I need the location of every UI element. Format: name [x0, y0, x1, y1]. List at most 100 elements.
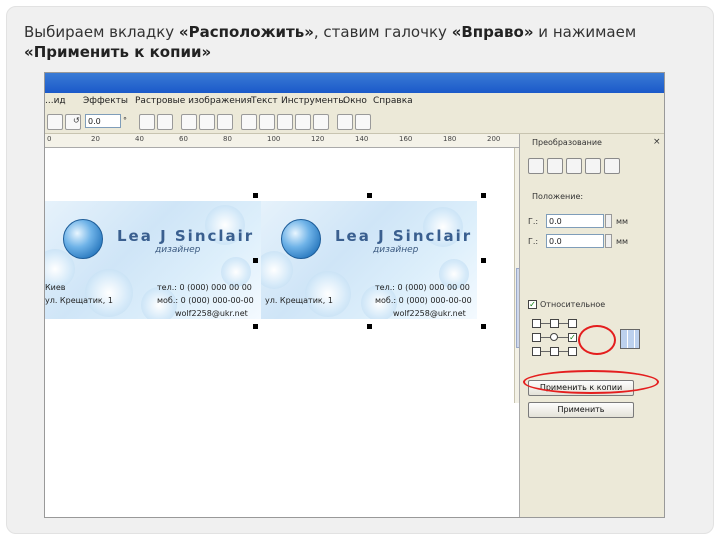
docker-title: Преобразование [532, 138, 602, 147]
selection-handle[interactable] [367, 324, 372, 329]
drawing-canvas[interactable]: Lea J Sinclair дизайнер Киев тел.: 0 (00… [45, 148, 519, 517]
ruler-tick: 200 [487, 135, 501, 143]
card-email: wolf2258@ukr.net [175, 309, 248, 318]
selection-handle[interactable] [253, 193, 258, 198]
title-part-3: , ставим галочку [313, 23, 452, 41]
card-role: дизайнер [155, 245, 201, 255]
scale-tab-icon[interactable] [566, 158, 582, 174]
anchor-bottom-center[interactable] [550, 347, 559, 356]
card-address: ул. Крещатик, 1 [265, 296, 333, 305]
ruler-tick: 20 [91, 135, 100, 143]
card-phone: тел.: 0 (000) 000 00 00 [375, 283, 470, 292]
anchor-right-checkbox[interactable]: ✓ [568, 333, 577, 342]
trim-icon[interactable] [241, 114, 257, 130]
property-bar: ↺ 0.0 ° [45, 111, 664, 134]
anchor-bottom-left[interactable] [532, 347, 541, 356]
card-name: Lea J Sinclair [335, 227, 473, 245]
horizontal-ruler: 0 20 40 60 80 100 120 140 160 180 200 [45, 134, 519, 148]
x-position-input[interactable]: 0.0 [546, 214, 604, 228]
anchor-center[interactable] [550, 333, 558, 341]
menu-item-effects[interactable]: Эффекты [83, 96, 128, 106]
title-part-4: «Вправо» [451, 23, 534, 41]
angle-unit: ° [123, 116, 127, 125]
position-label: Положение: [532, 192, 584, 201]
card-logo-orb [63, 219, 103, 259]
back-minus-front-icon[interactable] [313, 114, 329, 130]
ruler-tick: 140 [355, 135, 369, 143]
selection-handle[interactable] [253, 324, 258, 329]
title-part-5: и нажимаем [533, 23, 637, 41]
menu-item-tools[interactable]: Инструменты [281, 96, 345, 106]
mirror-v-icon[interactable] [157, 114, 173, 130]
simplify-icon[interactable] [277, 114, 293, 130]
relative-checkbox[interactable]: ✓ [528, 300, 537, 309]
selection-handle[interactable] [481, 258, 486, 263]
transform-docker: Преобразование × Положение: Г.: 0.0 мм Г… [519, 134, 664, 517]
mirror-h-icon[interactable] [139, 114, 155, 130]
selection-handle[interactable] [481, 324, 486, 329]
rotate-icon[interactable]: ↺ [73, 116, 80, 125]
card-name: Lea J Sinclair [117, 227, 255, 245]
x-unit: мм [616, 217, 629, 226]
title-part-6: «Применить к копии» [24, 43, 212, 61]
card-city: Киев [45, 283, 66, 292]
ruler-tick: 0 [47, 135, 52, 143]
anchor-top-left[interactable] [532, 319, 541, 328]
weld-icon[interactable] [217, 114, 233, 130]
ruler-tick: 80 [223, 135, 232, 143]
apply-button[interactable]: Применить [528, 402, 634, 418]
slide-title: Выбираем вкладку «Расположить», ставим г… [24, 22, 664, 62]
selection-handle[interactable] [481, 193, 486, 198]
card-address: ул. Крещатик, 1 [45, 296, 113, 305]
intersect-icon[interactable] [259, 114, 275, 130]
menu-item-text[interactable]: Текст [251, 96, 278, 106]
anchor-bottom-right[interactable] [568, 347, 577, 356]
menu-item-view[interactable]: ...ид [45, 96, 66, 106]
rotate-tab-icon[interactable] [547, 158, 563, 174]
ruler-tick: 120 [311, 135, 325, 143]
business-card-original[interactable]: Lea J Sinclair дизайнер Киев тел.: 0 (00… [45, 201, 261, 319]
y-label: Г.: [528, 237, 539, 246]
position-tab-icon[interactable] [528, 158, 544, 174]
angle-input[interactable]: 0.0 [85, 114, 121, 128]
toolbar-icon-1[interactable] [47, 114, 63, 130]
anchor-top-center[interactable] [550, 319, 559, 328]
size-tab-icon[interactable] [585, 158, 601, 174]
anchor-top-right[interactable] [568, 319, 577, 328]
skew-tab-icon[interactable] [604, 158, 620, 174]
ruler-tick: 100 [267, 135, 281, 143]
close-icon[interactable]: × [653, 137, 661, 147]
snowflake-decor [85, 269, 133, 317]
menu-item-help[interactable]: Справка [373, 96, 413, 106]
align-icon[interactable] [181, 114, 197, 130]
snowflake-decor [261, 251, 293, 289]
combine-icon[interactable] [355, 114, 371, 130]
ruler-tick: 40 [135, 135, 144, 143]
title-part-1: Выбираем вкладку [24, 23, 179, 41]
card-phone: тел.: 0 (000) 000 00 00 [157, 283, 252, 292]
boundary-icon[interactable] [337, 114, 353, 130]
menu-item-window[interactable]: Окно [343, 96, 367, 106]
card-mobile: моб.: 0 (000) 000-00-00 [157, 296, 254, 305]
card-email: wolf2258@ukr.net [393, 309, 466, 318]
window-titlebar [45, 73, 664, 93]
selection-handle[interactable] [367, 193, 372, 198]
card-role: дизайнер [373, 245, 419, 255]
menu-item-bitmaps[interactable]: Растровые изображения [135, 96, 252, 106]
front-minus-back-icon[interactable] [295, 114, 311, 130]
wrap-icon[interactable] [199, 114, 215, 130]
y-spinner[interactable] [605, 234, 612, 248]
apply-to-copy-button[interactable]: Применить к копии [528, 380, 634, 396]
ruler-tick: 60 [179, 135, 188, 143]
x-label: Г.: [528, 217, 539, 226]
y-unit: мм [616, 237, 629, 246]
card-logo-orb [281, 219, 321, 259]
selection-handle[interactable] [253, 258, 258, 263]
card-mobile: моб.: 0 (000) 000-00-00 [375, 296, 472, 305]
title-part-2: «Расположить» [178, 23, 314, 41]
y-position-input[interactable]: 0.0 [546, 234, 604, 248]
anchor-middle-left[interactable] [532, 333, 541, 342]
coreldraw-screenshot: ...ид Эффекты Растровые изображения Текс… [44, 72, 665, 518]
x-spinner[interactable] [605, 214, 612, 228]
business-card-copy[interactable]: Lea J Sinclair дизайнер тел.: 0 (000) 00… [261, 201, 477, 319]
